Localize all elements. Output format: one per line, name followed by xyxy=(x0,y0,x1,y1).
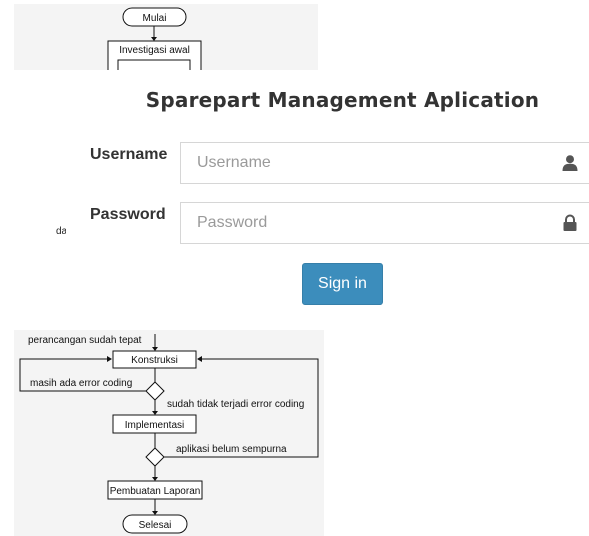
arrowhead-loop-error xyxy=(107,356,112,362)
app-title: Sparepart Management Aplication xyxy=(145,88,540,112)
user-icon xyxy=(562,155,578,171)
note-error-coding: masih ada error coding xyxy=(30,378,132,389)
decision-diamond-2 xyxy=(145,447,165,467)
lock-icon xyxy=(563,214,577,231)
username-label: Username xyxy=(90,146,168,163)
password-label: Password xyxy=(90,206,166,223)
implementation-label: Implementasi xyxy=(125,420,184,431)
report-label: Pembuatan Laporan xyxy=(110,486,201,497)
password-field[interactable] xyxy=(180,202,589,244)
start-label: Mulai xyxy=(143,13,167,24)
arrowhead-investigation xyxy=(151,37,157,41)
arrowhead-implementation xyxy=(152,411,158,415)
investigation-label: Investigasi awal xyxy=(119,45,190,56)
note-design-ok: perancangan sudah tepat xyxy=(28,335,142,346)
decision-diamond-1 xyxy=(145,381,165,401)
arrowhead-construction xyxy=(152,347,158,351)
arrowhead-report xyxy=(152,477,158,481)
sign-in-button[interactable]: Sign in xyxy=(302,263,383,305)
note-no-error: sudah tidak terjadi error coding xyxy=(167,399,304,410)
username-input[interactable] xyxy=(181,143,527,183)
construction-label: Konstruksi xyxy=(131,355,178,366)
username-field[interactable] xyxy=(180,142,589,184)
login-form: Sparepart Management Aplication Username… xyxy=(66,70,589,330)
arrowhead-end xyxy=(152,511,158,515)
note-not-perfect: aplikasi belum sempurna xyxy=(176,444,287,455)
password-input[interactable] xyxy=(181,203,527,243)
arrowhead-loop-not-perfect xyxy=(197,356,202,362)
end-label: Selesai xyxy=(139,520,172,531)
